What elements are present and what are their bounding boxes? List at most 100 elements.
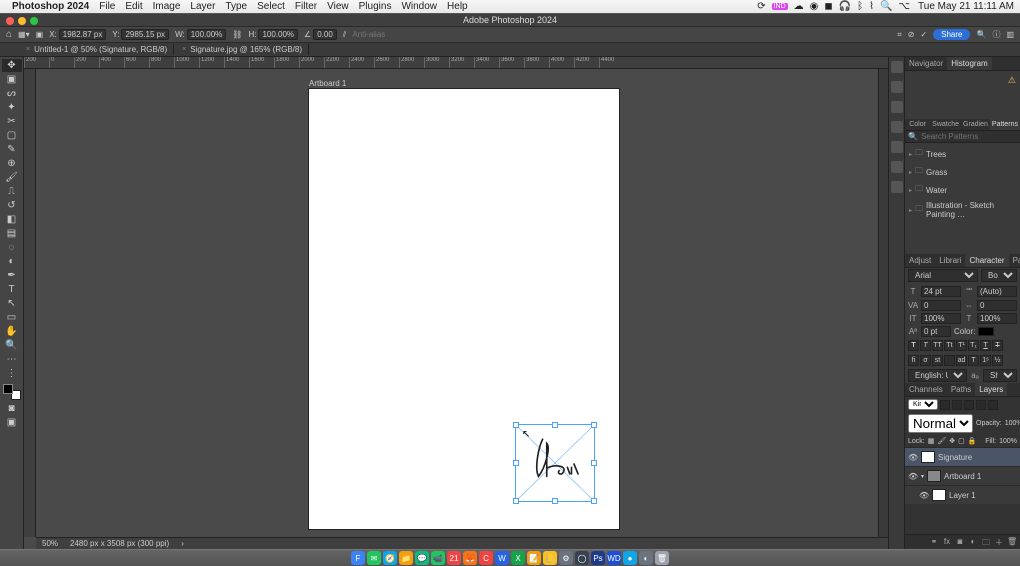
menu-view[interactable]: View <box>327 1 349 12</box>
dock-app[interactable]: 📒 <box>543 551 557 565</box>
transform-handle-n[interactable] <box>552 422 558 428</box>
tab-libraries[interactable]: Librari <box>935 254 965 267</box>
home-icon[interactable]: ⌂ <box>6 29 12 40</box>
dock-app[interactable]: ◐ <box>639 551 653 565</box>
tab-patterns[interactable]: Patterns <box>990 119 1020 130</box>
tab-character[interactable]: Character <box>965 254 1008 267</box>
share-button[interactable]: Share <box>933 29 970 40</box>
dock-app[interactable]: 🗑 <box>655 551 669 565</box>
move-tool[interactable]: ✥ <box>2 59 22 72</box>
kerning-field[interactable]: 0 <box>921 300 961 311</box>
dock-app[interactable]: 💬 <box>415 551 429 565</box>
w-field[interactable]: 100.00% <box>187 29 227 40</box>
filter-shape-icon[interactable] <box>976 400 986 410</box>
brush-tool[interactable]: 🖌 <box>2 171 22 184</box>
menu-image[interactable]: Image <box>153 1 181 12</box>
opentype-frac[interactable]: ½ <box>992 355 1003 366</box>
edit-toolbar[interactable]: ⋮ <box>2 367 22 380</box>
skew-icon[interactable]: ⫽ <box>343 30 347 40</box>
sync-icon[interactable]: ⟳ <box>757 1 765 12</box>
dock-icon-7[interactable] <box>891 181 903 193</box>
layer-filter-kind[interactable]: Kind <box>908 399 938 410</box>
tab-doc-0[interactable]: ×Untitled-1 @ 50% (Signature, RGB/8) <box>20 44 174 55</box>
type-tool[interactable]: T <box>2 283 22 296</box>
window-minimize-button[interactable] <box>18 17 26 25</box>
filter-adjust-icon[interactable] <box>952 400 962 410</box>
opentype-sigma[interactable]: σ <box>920 355 931 366</box>
wand-tool[interactable]: ✦ <box>2 101 22 114</box>
superscript-button[interactable]: T¹ <box>956 340 967 351</box>
dock-icon-5[interactable] <box>891 141 903 153</box>
menu-type[interactable]: Type <box>225 1 247 12</box>
lock-pixels-icon[interactable]: 🖌 <box>937 437 946 445</box>
commit-transform-icon[interactable]: ✓ <box>920 30 927 39</box>
tab-adjustments[interactable]: Adjust <box>905 254 935 267</box>
angle-field[interactable]: 0.00 <box>313 29 337 40</box>
opentype-1st[interactable]: 1ˢ <box>980 355 991 366</box>
antialias-select[interactable]: Sharp <box>983 369 1017 382</box>
window-zoom-button[interactable] <box>30 17 38 25</box>
baseline-field[interactable]: 0 pt <box>921 326 951 337</box>
filter-type-icon[interactable] <box>964 400 974 410</box>
dock-app[interactable]: ◯ <box>575 551 589 565</box>
dock-app[interactable]: 📁 <box>399 551 413 565</box>
hscale-field[interactable]: 100% <box>977 313 1017 324</box>
help-icon[interactable]: ⓘ <box>992 29 1000 40</box>
delete-layer-icon[interactable]: 🗑 <box>1007 537 1017 547</box>
crop-tool[interactable]: ✂ <box>2 115 22 128</box>
mask-icon[interactable]: ◙ <box>955 537 965 547</box>
new-layer-icon[interactable]: ＋ <box>994 537 1004 547</box>
visibility-icon[interactable]: 👁 <box>908 453 918 462</box>
transform-handle-ne[interactable] <box>591 422 597 428</box>
layer-row[interactable]: 👁Layer 1 <box>905 485 1020 504</box>
lasso-tool[interactable]: ᔕ <box>2 87 22 100</box>
cancel-transform-icon[interactable]: ⊘ <box>908 30 915 39</box>
h-field[interactable]: 100.00% <box>258 29 298 40</box>
artboard-thumbnail[interactable] <box>927 470 941 482</box>
menu-filter[interactable]: Filter <box>295 1 317 12</box>
group-icon[interactable]: 🗀 <box>981 537 991 547</box>
tab-channels[interactable]: Channels <box>905 383 947 396</box>
pattern-folder[interactable]: ▸🗀Water <box>905 181 1020 199</box>
dock-app[interactable]: ⚙ <box>559 551 573 565</box>
dock-app[interactable]: Ps <box>591 551 605 565</box>
fill-field[interactable]: 100% <box>999 438 1017 445</box>
headphones-icon[interactable]: 🎧 <box>839 1 851 12</box>
layer-thumbnail[interactable] <box>921 451 935 463</box>
gradient-tool[interactable]: ▤ <box>2 227 22 240</box>
layer-name[interactable]: Artboard 1 <box>944 472 981 481</box>
opentype-fi[interactable]: fi <box>908 355 919 366</box>
bold-button[interactable]: T <box>908 340 919 351</box>
pattern-folder[interactable]: ▸🗀Grass <box>905 163 1020 181</box>
window-close-button[interactable] <box>6 17 14 25</box>
doc-info[interactable]: 2480 px x 3508 px (300 ppi) <box>70 539 169 548</box>
underline-button[interactable]: T <box>980 340 991 351</box>
font-weight-select[interactable]: Bold <box>981 269 1017 282</box>
opentype-A[interactable] <box>944 355 955 366</box>
hand-tool[interactable]: ✋ <box>2 325 22 338</box>
menu-window[interactable]: Window <box>401 1 437 12</box>
allcaps-button[interactable]: TT <box>932 340 943 351</box>
path-tool[interactable]: ↖ <box>2 297 22 310</box>
font-size-field[interactable]: 24 pt <box>921 286 961 297</box>
stop-icon[interactable]: ◼ <box>824 1 832 12</box>
tab-gradients[interactable]: Gradien <box>961 119 990 130</box>
tab-layers[interactable]: Layers <box>975 383 1007 396</box>
heal-tool[interactable]: ⊕ <box>2 157 22 170</box>
menu-edit[interactable]: Edit <box>125 1 142 12</box>
zoom-readout[interactable]: 50% <box>42 539 58 548</box>
close-icon[interactable]: × <box>26 46 30 53</box>
dock-app[interactable]: 📹 <box>431 551 445 565</box>
layer-name[interactable]: Signature <box>938 453 972 462</box>
lock-trans-icon[interactable]: ▦ <box>928 437 935 445</box>
layer-row[interactable]: 👁 Signature <box>905 447 1020 466</box>
dock-app[interactable]: WD <box>607 551 621 565</box>
eraser-tool[interactable]: ◧ <box>2 213 22 226</box>
font-family-select[interactable]: Arial <box>908 269 978 282</box>
fg-bg-colors[interactable] <box>2 383 22 401</box>
vscale-field[interactable]: 100% <box>921 313 961 324</box>
record-icon[interactable]: ◉ <box>810 1 819 12</box>
quickmask-toggle[interactable]: ◙ <box>2 402 22 415</box>
dock-app[interactable]: 🧭 <box>383 551 397 565</box>
blur-tool[interactable]: ◌ <box>2 241 22 254</box>
